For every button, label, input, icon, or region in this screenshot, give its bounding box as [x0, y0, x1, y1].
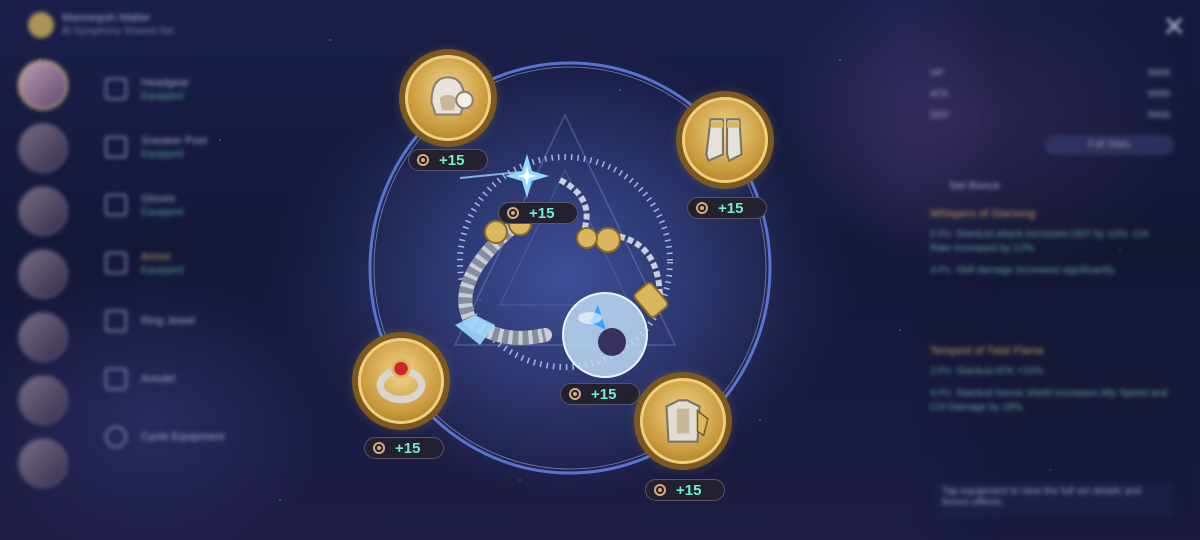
enhance-level: +15: [676, 481, 702, 499]
ring-icon: [376, 358, 426, 404]
target-icon: [507, 207, 519, 219]
target-icon: [654, 484, 666, 496]
helmet-icon: [430, 76, 474, 116]
enhance-level: +15: [529, 204, 555, 222]
level-badge-orb: +15: [560, 383, 640, 405]
level-badge-armor: +15: [645, 479, 725, 501]
level-badge-boots: +15: [687, 197, 767, 219]
target-icon: [569, 388, 581, 400]
target-icon: [417, 154, 429, 166]
enhance-level: +15: [395, 439, 421, 457]
equipment-armor[interactable]: [640, 378, 726, 464]
equipment-ring[interactable]: [358, 338, 444, 424]
boots-icon: [705, 118, 743, 163]
level-badge-helmet: +15: [408, 149, 488, 171]
level-badge-bracelet: +15: [498, 202, 578, 224]
enhance-level: +15: [439, 151, 465, 169]
target-icon: [373, 442, 385, 454]
armor-icon: [665, 399, 709, 443]
equipment-boots[interactable]: [682, 97, 768, 183]
enhance-level: +15: [591, 385, 617, 403]
equipment-helmet[interactable]: [405, 55, 491, 141]
enhance-level: +15: [718, 199, 744, 217]
orbit-graphics: [340, 40, 800, 500]
equipment-view: +15 +15 +15 +15 +15 +15: [0, 0, 1200, 540]
level-badge-ring: +15: [364, 437, 444, 459]
target-icon: [696, 202, 708, 214]
